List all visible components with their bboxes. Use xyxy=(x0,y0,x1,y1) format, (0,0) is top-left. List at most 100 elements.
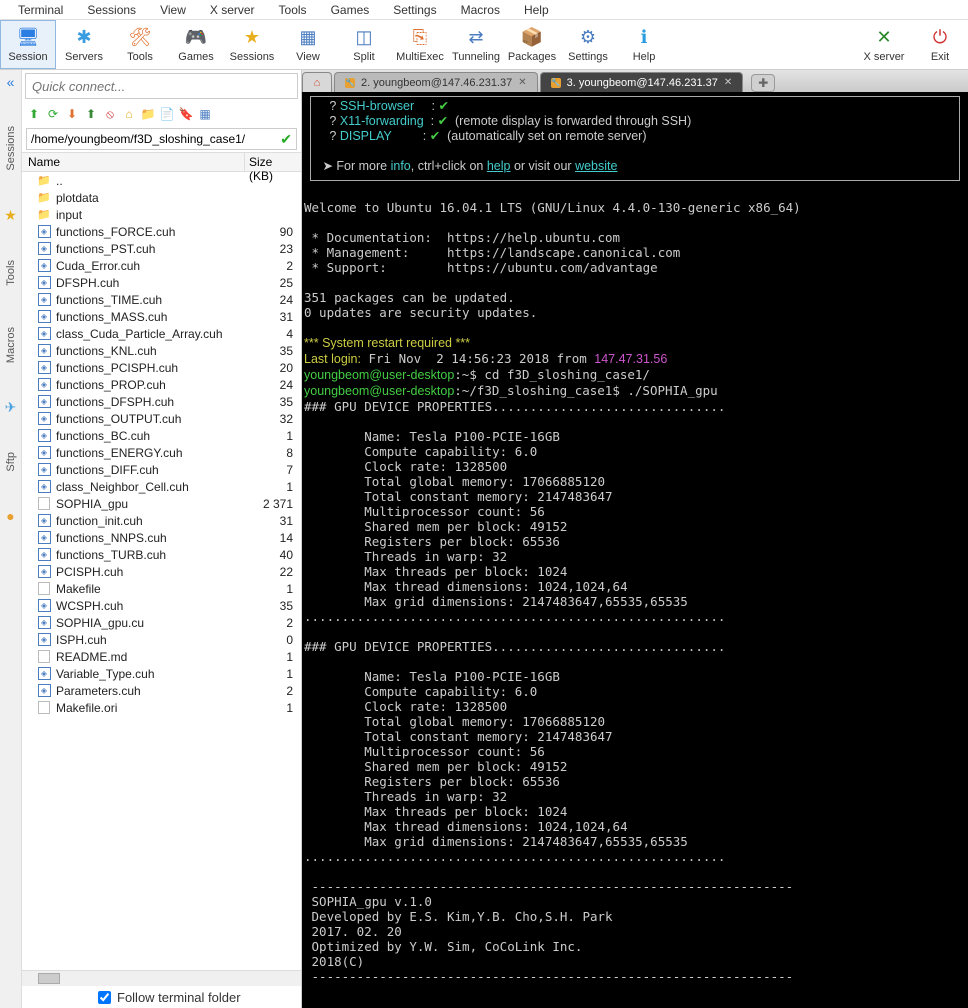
menu-view[interactable]: View xyxy=(148,3,198,17)
file-row[interactable]: ◈class_Cuda_Particle_Array.cuh4 xyxy=(22,325,301,342)
file-row[interactable]: 📁.. xyxy=(22,172,301,189)
tab-tools[interactable]: Tools xyxy=(5,254,17,292)
menu-macros[interactable]: Macros xyxy=(449,3,512,17)
file-row[interactable]: ◈WCSPH.cuh35 xyxy=(22,597,301,614)
file-name: SOPHIA_gpu xyxy=(56,497,253,511)
menu-settings[interactable]: Settings xyxy=(381,3,448,17)
nav-up-icon[interactable]: ⬆ xyxy=(26,106,42,122)
toolbtn-packages[interactable]: 📦Packages xyxy=(504,20,560,69)
file-row[interactable]: README.md1 xyxy=(22,648,301,665)
tab-sftp[interactable]: Sftp xyxy=(5,446,17,478)
file-row[interactable]: ◈functions_TURB.cuh40 xyxy=(22,546,301,563)
file-row[interactable]: ◈functions_DIFF.cuh7 xyxy=(22,461,301,478)
file-row[interactable]: ◈Parameters.cuh2 xyxy=(22,682,301,699)
cuda-file-icon: ◈ xyxy=(36,565,52,579)
toolbtn-servers[interactable]: ✱Servers xyxy=(56,20,112,69)
view-icon: ▦ xyxy=(297,27,319,49)
col-size[interactable]: Size (KB) xyxy=(245,153,301,171)
file-name: Variable_Type.cuh xyxy=(56,667,253,681)
file-row[interactable]: ◈function_init.cuh31 xyxy=(22,512,301,529)
toolbtn-help[interactable]: ℹHelp xyxy=(616,20,672,69)
file-row[interactable]: ◈functions_ENERGY.cuh8 xyxy=(22,444,301,461)
quick-connect-input[interactable] xyxy=(25,73,298,99)
bookmark-icon[interactable]: 🔖 xyxy=(178,106,194,122)
toolbtn-label: View xyxy=(296,51,320,63)
file-row[interactable]: ◈functions_DFSPH.cuh35 xyxy=(22,393,301,410)
file-name: Parameters.cuh xyxy=(56,684,253,698)
home-icon[interactable]: ⌂ xyxy=(121,106,137,122)
tab-macros[interactable]: Macros xyxy=(5,321,17,369)
file-size: 23 xyxy=(253,242,301,256)
refresh-icon[interactable]: ⟳ xyxy=(45,106,61,122)
cuda-file-icon: ◈ xyxy=(36,446,52,460)
close-icon[interactable]: ✕ xyxy=(518,77,526,88)
follow-checkbox[interactable] xyxy=(98,991,111,1004)
file-size: 1 xyxy=(253,650,301,664)
tab-home[interactable]: ⌂ xyxy=(302,72,332,92)
new-tab-button[interactable]: ✚ xyxy=(751,74,775,92)
file-row[interactable]: 📁plotdata xyxy=(22,189,301,206)
toolbtn-tunneling[interactable]: ⇄Tunneling xyxy=(448,20,504,69)
file-row[interactable]: ◈functions_PCISPH.cuh20 xyxy=(22,359,301,376)
stop-icon[interactable]: ⦸ xyxy=(102,106,118,122)
folder-icon: 📁 xyxy=(36,191,52,205)
terminal-tab[interactable]: 🔧3. youngbeom@147.46.231.37✕ xyxy=(540,72,744,92)
file-name: PCISPH.cuh xyxy=(56,565,253,579)
path-input[interactable]: /home/youngbeom/f3D_sloshing_case1/ ✔ xyxy=(26,128,297,150)
packages-icon: 📦 xyxy=(521,27,543,49)
file-row[interactable]: ◈functions_NNPS.cuh14 xyxy=(22,529,301,546)
file-row[interactable]: ◈Cuda_Error.cuh2 xyxy=(22,257,301,274)
terminal-output[interactable]: ? SSH-browser : ✔ ? X11-forwarding : ✔ (… xyxy=(302,92,968,1008)
toolbtn-sessions[interactable]: ★Sessions xyxy=(224,20,280,69)
toolbtn-exit[interactable]: ⏻Exit xyxy=(912,20,968,69)
file-row[interactable]: ◈functions_MASS.cuh31 xyxy=(22,308,301,325)
file-row[interactable]: SOPHIA_gpu2 371 xyxy=(22,495,301,512)
tab-sessions[interactable]: Sessions xyxy=(5,120,17,177)
file-row[interactable]: ◈ PCISPH.cuh22 xyxy=(22,563,301,580)
file-row[interactable]: ◈functions_PST.cuh23 xyxy=(22,240,301,257)
file-row[interactable]: ◈functions_FORCE.cuh90 xyxy=(22,223,301,240)
file-size: 22 xyxy=(253,565,301,579)
toolbtn-x server[interactable]: ✕X server xyxy=(856,20,912,69)
terminal-tab[interactable]: 🔧2. youngbeom@147.46.231.37✕ xyxy=(334,72,538,92)
file-row[interactable]: ◈class_Neighbor_Cell.cuh1 xyxy=(22,478,301,495)
col-name[interactable]: Name xyxy=(22,153,245,171)
file-row[interactable]: ◈functions_TIME.cuh24 xyxy=(22,291,301,308)
file-row[interactable]: ◈Variable_Type.cuh1 xyxy=(22,665,301,682)
toolbtn-multiexec[interactable]: ⎘MultiExec xyxy=(392,20,448,69)
download-icon[interactable]: ⬇ xyxy=(64,106,80,122)
view-icon[interactable]: ▦ xyxy=(197,106,213,122)
toolbtn-view[interactable]: ▦ View xyxy=(280,20,336,69)
menu-x-server[interactable]: X server xyxy=(198,3,267,17)
menu-tools[interactable]: Tools xyxy=(267,3,319,17)
file-row[interactable]: ◈SOPHIA_gpu.cu2 xyxy=(22,614,301,631)
menu-help[interactable]: Help xyxy=(512,3,561,17)
menu-games[interactable]: Games xyxy=(319,3,382,17)
newfile-icon[interactable]: 📄 xyxy=(159,106,175,122)
file-row[interactable]: ◈DFSPH.cuh25 xyxy=(22,274,301,291)
file-row[interactable]: ◈functions_BC.cuh1 xyxy=(22,427,301,444)
file-row[interactable]: Makefile1 xyxy=(22,580,301,597)
file-row[interactable]: 📁input xyxy=(22,206,301,223)
servers-icon: ✱ xyxy=(73,27,95,49)
file-row[interactable]: ◈ISPH.cuh0 xyxy=(22,631,301,648)
menu-sessions[interactable]: Sessions xyxy=(75,3,148,17)
close-icon[interactable]: ✕ xyxy=(724,77,732,88)
menu-terminal[interactable]: Terminal xyxy=(6,3,75,17)
h-scrollbar[interactable] xyxy=(22,970,301,986)
file-list[interactable]: 📁..📁plotdata📁input◈functions_FORCE.cuh90… xyxy=(22,172,301,970)
toolbtn-session[interactable]: 🖥Session xyxy=(0,20,56,69)
collapse-icon[interactable]: « xyxy=(7,74,15,90)
toolbtn-split[interactable]: ◫Split xyxy=(336,20,392,69)
file-row[interactable]: Makefile.ori1 xyxy=(22,699,301,716)
toolbtn-settings[interactable]: ⚙Settings xyxy=(560,20,616,69)
file-row[interactable]: ◈functions_PROP.cuh24 xyxy=(22,376,301,393)
wrench-icon: 🔧 xyxy=(551,78,561,88)
file-row[interactable]: ◈functions_KNL.cuh35 xyxy=(22,342,301,359)
folder-icon[interactable]: 📁 xyxy=(140,106,156,122)
file-size: 1 xyxy=(253,429,301,443)
toolbtn-games[interactable]: 🎮Games xyxy=(168,20,224,69)
upload-icon[interactable]: ⬆ xyxy=(83,106,99,122)
toolbtn-tools[interactable]: 🛠Tools xyxy=(112,20,168,69)
file-row[interactable]: ◈functions_OUTPUT.cuh32 xyxy=(22,410,301,427)
